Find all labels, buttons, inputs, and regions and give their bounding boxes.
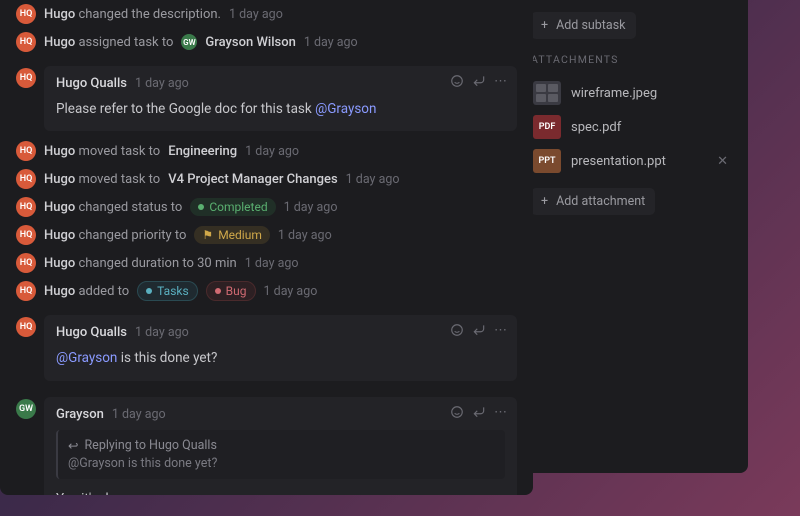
tag-badge[interactable]: Tasks [137, 281, 198, 301]
mention[interactable]: @Grayson [315, 101, 376, 117]
timestamp: 1 day ago [278, 228, 332, 243]
timestamp: 1 day ago [264, 284, 318, 299]
comment-author: Hugo Qualls [56, 76, 127, 91]
target-link[interactable]: Engineering [168, 144, 237, 159]
attachments-heading: ATTACHMENTS [531, 53, 734, 66]
comment-author: Hugo Qualls [56, 325, 127, 340]
timestamp: 1 day ago [245, 256, 299, 271]
activity-move-row: HQ Hugo moved task to V4 Project Manager… [0, 165, 533, 193]
reply-icon[interactable] [472, 405, 486, 420]
activity-duration-row: HQ Hugo changed duration to 30 min 1 day… [0, 249, 533, 277]
reply-icon[interactable] [472, 323, 486, 338]
comment-body: @Grayson is this done yet? [56, 348, 505, 368]
attachment-row[interactable]: wireframe.jpeg [531, 76, 734, 110]
target-link[interactable]: V4 Project Manager Changes [168, 172, 337, 187]
timestamp: 1 day ago [245, 144, 299, 159]
reply-arrow-icon: ↩ [68, 438, 78, 454]
more-icon[interactable]: ⋯ [494, 405, 507, 420]
avatar: HQ [16, 68, 36, 88]
image-thumb-icon [533, 81, 561, 105]
attachment-name: wireframe.jpeg [571, 86, 732, 101]
mention[interactable]: @Grayson [56, 350, 117, 366]
emoji-react-icon[interactable] [450, 405, 464, 420]
avatar: HQ [16, 169, 36, 189]
flag-icon: ⚑ [202, 228, 213, 242]
comment-card: ⋯ Hugo Qualls 1 day ago Please refer to … [44, 66, 517, 131]
remove-attachment-icon[interactable]: ✕ [713, 154, 732, 169]
priority-badge: ⚑Medium [194, 226, 269, 244]
avatar: HQ [16, 253, 36, 273]
timestamp: 1 day ago [229, 7, 283, 22]
avatar: HQ [16, 141, 36, 161]
activity-feed: HQ Hugo changed the description. 1 day a… [0, 0, 533, 495]
more-icon[interactable]: ⋯ [494, 74, 507, 89]
avatar: HQ [16, 317, 36, 337]
pdf-thumb-icon: PDF [533, 115, 561, 139]
activity-status-row: HQ Hugo changed status to Completed 1 da… [0, 193, 533, 221]
status-badge: Completed [190, 198, 275, 216]
assignee-avatar: GW [181, 34, 197, 50]
reply-icon[interactable] [472, 74, 486, 89]
timestamp: 1 day ago [135, 76, 189, 91]
avatar: GW [16, 399, 36, 419]
avatar: HQ [16, 197, 36, 217]
timestamp: 1 day ago [304, 35, 358, 50]
ppt-thumb-icon: PPT [533, 149, 561, 173]
activity-assign-row: HQ Hugo assigned task to GW Grayson Wils… [0, 28, 533, 56]
emoji-react-icon[interactable] [450, 74, 464, 89]
timestamp: 1 day ago [135, 325, 189, 340]
timestamp: 1 day ago [112, 407, 166, 422]
add-attachment-button[interactable]: + Add attachment [531, 188, 655, 215]
attachment-name: spec.pdf [571, 120, 732, 135]
plus-icon: + [541, 18, 548, 33]
attachment-row[interactable]: PDF spec.pdf [531, 110, 734, 144]
comment-reply-card: ⋯ Grayson 1 day ago ↩Replying to Hugo Qu… [44, 397, 517, 496]
emoji-react-icon[interactable] [450, 323, 464, 338]
more-icon[interactable]: ⋯ [494, 323, 507, 338]
comment-body: Please refer to the Google doc for this … [56, 99, 505, 119]
attachment-name: presentation.ppt [571, 154, 703, 169]
activity-tags-row: HQ Hugo added to Tasks Bug 1 day ago [0, 277, 533, 305]
attachment-row[interactable]: PPT presentation.ppt ✕ [531, 144, 734, 178]
tag-badge[interactable]: Bug [206, 281, 256, 301]
timestamp: 1 day ago [284, 200, 338, 215]
comment-card: ⋯ Hugo Qualls 1 day ago @Grayson is this… [44, 315, 517, 380]
activity-log-row: HQ Hugo changed the description. 1 day a… [0, 0, 533, 28]
add-subtask-label: Add subtask [556, 18, 625, 33]
avatar: HQ [16, 32, 36, 52]
activity-priority-row: HQ Hugo changed priority to ⚑Medium 1 da… [0, 221, 533, 249]
assignee-name: Grayson Wilson [205, 35, 295, 50]
comment-body: Yes it's done. [56, 489, 505, 496]
comment-author: Grayson [56, 407, 104, 422]
attachments-panel: + Add subtask ATTACHMENTS wireframe.jpeg… [517, 0, 748, 473]
plus-icon: + [541, 194, 548, 209]
add-subtask-button[interactable]: + Add subtask [531, 12, 636, 39]
avatar: HQ [16, 225, 36, 245]
add-attachment-label: Add attachment [556, 194, 645, 209]
avatar: HQ [16, 281, 36, 301]
activity-move-row: HQ Hugo moved task to Engineering 1 day … [0, 137, 533, 165]
avatar: HQ [16, 4, 36, 24]
timestamp: 1 day ago [346, 172, 400, 187]
reply-quote: ↩Replying to Hugo Qualls @Grayson is thi… [56, 430, 505, 479]
